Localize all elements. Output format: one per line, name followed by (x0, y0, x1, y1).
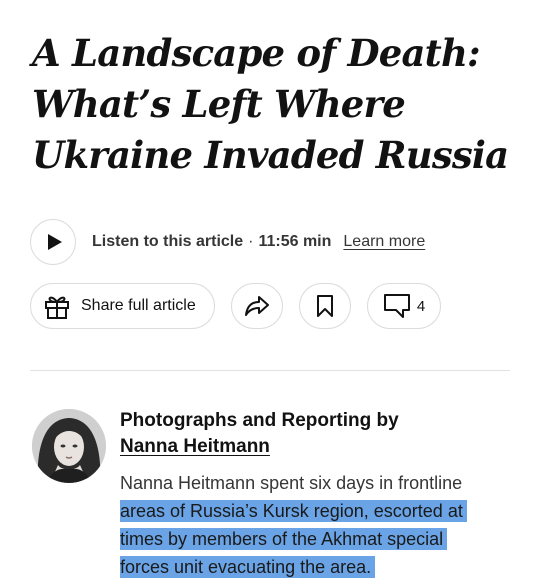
share-button[interactable] (231, 283, 283, 329)
learn-more-link[interactable]: Learn more (343, 233, 425, 251)
bio-line-highlighted: forces unit evacuating the area. (120, 553, 520, 581)
article-actions: Share full article 4 (30, 283, 441, 329)
listen-label-text: Listen to this article (92, 233, 244, 250)
share-arrow-icon (245, 296, 269, 316)
byline: Photographs and Reporting by Nanna Heitm… (120, 408, 520, 581)
audio-player: Listen to this article · 11:56 min Learn m… (30, 217, 425, 267)
bio-line-text: Nanna Heitmann spent six days in frontli… (120, 473, 463, 493)
bio-line: Nanna Heitmann spent six days in frontli… (120, 469, 520, 497)
article-headline: A Landscape of Death: What’s Left Where … (32, 28, 522, 181)
bookmark-button[interactable] (299, 283, 351, 329)
bookmark-icon (317, 295, 333, 317)
comment-icon (383, 294, 410, 318)
bio-line-text: areas of Russia’s Kursk region, escorted… (120, 500, 467, 522)
section-divider (30, 370, 510, 371)
share-full-article-button[interactable]: Share full article (30, 283, 215, 329)
author-bio: Nanna Heitmann spent six days in frontli… (120, 469, 520, 581)
byline-credit-label: Photographs and Reporting by (120, 410, 399, 431)
listen-separator: · (248, 233, 254, 250)
headline-line: Ukraine Invaded Russia (32, 133, 509, 177)
author-portrait-image (32, 409, 106, 483)
gift-icon (45, 296, 69, 319)
author-avatar[interactable] (32, 409, 106, 483)
comments-button[interactable]: 4 (367, 283, 441, 329)
listen-label[interactable]: Listen to this article · 11:56 min (92, 233, 331, 251)
bio-line-highlighted: areas of Russia’s Kursk region, escorted… (120, 497, 520, 525)
audio-duration: 11:56 min (258, 233, 332, 250)
bio-line-text: times by members of the Akhmat special (120, 528, 448, 550)
headline-line: What’s Left Where (32, 82, 406, 126)
author-name-link[interactable]: Nanna Heitmann (120, 434, 270, 460)
play-icon (48, 234, 62, 250)
bio-line-highlighted: times by members of the Akhmat special (120, 525, 520, 553)
share-full-label: Share full article (81, 297, 196, 314)
comments-count: 4 (416, 297, 426, 315)
bio-line-text: forces unit evacuating the area. (120, 556, 376, 578)
headline-line: A Landscape of Death: (32, 31, 481, 75)
play-button[interactable] (30, 219, 76, 265)
